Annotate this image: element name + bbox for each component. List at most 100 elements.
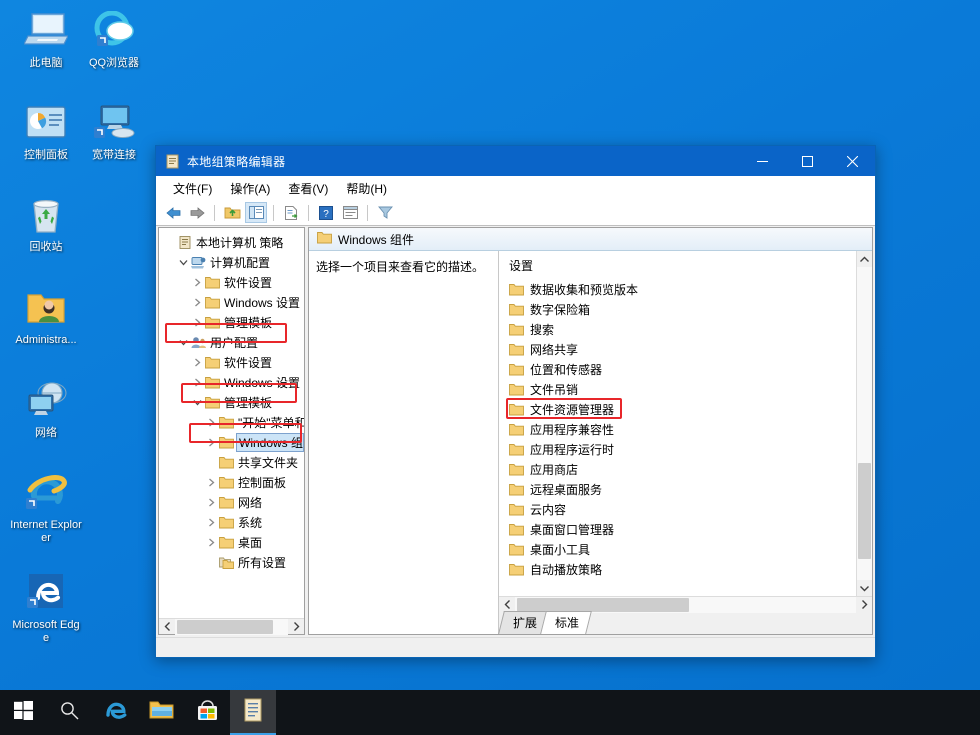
tree-node-label: 网络 [238,495,263,510]
scroll-left-icon[interactable] [159,619,175,635]
chevron-right-icon[interactable] [191,318,204,327]
search-button[interactable] [46,690,92,735]
menu-file[interactable]: 文件(F) [164,177,221,200]
show-hide-tree-icon[interactable] [245,202,267,223]
taskbar-gpedit[interactable] [230,690,276,735]
desktop-icon-recycle-bin[interactable]: 回收站 [10,192,82,254]
chevron-right-icon[interactable] [191,298,204,307]
tree-node[interactable]: 用户配置 [159,332,304,352]
close-button[interactable] [830,146,875,176]
folder-icon [317,231,332,247]
menu-action[interactable]: 操作(A) [221,177,279,200]
chevron-right-icon[interactable] [205,418,218,427]
export-list-icon[interactable] [280,202,302,223]
settings-horizontal-scrollbar[interactable] [499,596,872,613]
settings-list-item[interactable]: 文件吊销 [499,379,856,399]
tree-node[interactable]: 共享文件夹 [159,452,304,472]
desktop-icon-broadband[interactable]: 宽带连接 [78,100,150,162]
tree-hscroll-thumb[interactable] [177,619,273,634]
chevron-right-icon[interactable] [205,498,218,507]
tree-node[interactable]: 桌面 [159,532,304,552]
tree-node-label: 桌面 [238,535,263,550]
tree-scroll-area[interactable]: 本地计算机 策略 计算机配置 软件设置 Windows 设置 管理模板 用户配置 软件设置 W… [159,228,304,618]
tree-node[interactable]: 软件设置 [159,272,304,292]
tree-node[interactable]: 网络 [159,492,304,512]
chevron-right-icon[interactable] [191,378,204,387]
forward-arrow-icon[interactable] [186,202,208,223]
tree-node[interactable]: Windows 设置 [159,292,304,312]
settings-list-item[interactable]: 网络共享 [499,339,856,359]
settings-list-item[interactable]: 桌面小工具 [499,539,856,559]
taskbar-file-explorer[interactable] [138,690,184,735]
settings-list-item[interactable]: 应用程序兼容性 [499,419,856,439]
desktop-icon-control-panel[interactable]: 控制面板 [10,100,82,162]
settings-vertical-scrollbar[interactable] [856,251,872,596]
settings-vscroll-track[interactable] [857,267,872,580]
tree-node[interactable]: 本地计算机 策略 [159,232,304,252]
settings-list-item[interactable]: 数据收集和预览版本 [499,279,856,299]
desktop-icon-internet-explorer[interactable]: Internet Explorer [10,470,82,545]
folder-icon [204,296,221,309]
tree-hscroll-track[interactable] [175,618,288,635]
minimize-button[interactable] [740,146,785,176]
desktop-icon-microsoft-edge[interactable]: Microsoft Edge [10,570,82,645]
tree-node[interactable]: 计算机配置 [159,252,304,272]
settings-hscroll-thumb[interactable] [517,597,689,612]
maximize-button[interactable] [785,146,830,176]
tree-node[interactable]: "开始"菜单和 [159,412,304,432]
tree-node[interactable]: 管理模板 [159,312,304,332]
broadband-connection-icon [90,100,138,146]
taskbar-store[interactable] [184,690,230,735]
tree-horizontal-scrollbar[interactable] [159,618,304,635]
chevron-right-icon[interactable] [205,538,218,547]
tree-node[interactable]: 管理模板 [159,392,304,412]
desktop-icon-qq-browser[interactable]: QQ浏览器 [78,8,150,70]
help-icon[interactable]: ? [315,202,337,223]
settings-list-item[interactable]: 云内容 [499,499,856,519]
filter-icon[interactable] [374,202,396,223]
settings-list-item[interactable]: 文件资源管理器 [499,398,856,419]
up-folder-icon[interactable] [221,202,243,223]
settings-items[interactable]: 设置 数据收集和预览版本 数字保险箱 搜索 网络共享 位置和传感器 文件吊销 文件资源管理器… [499,251,856,596]
settings-list-item[interactable]: 桌面窗口管理器 [499,519,856,539]
taskbar-edge[interactable] [92,690,138,735]
chevron-right-icon[interactable] [191,358,204,367]
tree-node[interactable]: 系统 [159,512,304,532]
scroll-right-icon[interactable] [856,597,872,613]
folder-icon [218,476,235,489]
chevron-down-icon[interactable] [177,258,190,267]
menu-help[interactable]: 帮助(H) [337,177,396,200]
desktop-icon-network[interactable]: 网络 [10,378,82,440]
settings-list-item[interactable]: 搜索 [499,319,856,339]
desktop-icon-this-pc[interactable]: 此电脑 [10,8,82,70]
desktop-icon-label: QQ浏览器 [88,57,140,69]
tree-node[interactable]: Windows 设置 [159,372,304,392]
tree-node[interactable]: Windows 组 [159,432,304,452]
scroll-up-icon[interactable] [857,251,872,267]
settings-list-item[interactable]: 远程桌面服务 [499,479,856,499]
chevron-right-icon[interactable] [205,478,218,487]
settings-list-item[interactable]: 应用程序运行时 [499,439,856,459]
settings-list-item[interactable]: 位置和传感器 [499,359,856,379]
chevron-down-icon[interactable] [191,398,204,407]
start-button[interactable] [0,690,46,735]
settings-list-item[interactable]: 自动播放策略 [499,559,856,579]
properties-icon[interactable] [339,202,361,223]
chevron-right-icon[interactable] [191,278,204,287]
menu-view[interactable]: 查看(V) [279,177,337,200]
desktop-icon-administrator[interactable]: Administra... [6,285,86,347]
back-arrow-icon[interactable] [162,202,184,223]
tab-standard-label: 标准 [555,616,580,630]
chevron-right-icon[interactable] [205,438,218,447]
tree-node[interactable]: 控制面板 [159,472,304,492]
scroll-right-icon[interactable] [288,619,304,635]
tab-standard[interactable]: 标准 [540,611,592,634]
scroll-down-icon[interactable] [857,580,872,596]
tree-node[interactable]: 所有设置 [159,552,304,572]
settings-list-item[interactable]: 数字保险箱 [499,299,856,319]
chevron-right-icon[interactable] [205,518,218,527]
settings-vscroll-thumb[interactable] [858,463,871,559]
settings-list-item[interactable]: 应用商店 [499,459,856,479]
tree-node[interactable]: 软件设置 [159,352,304,372]
chevron-down-icon[interactable] [177,338,190,347]
